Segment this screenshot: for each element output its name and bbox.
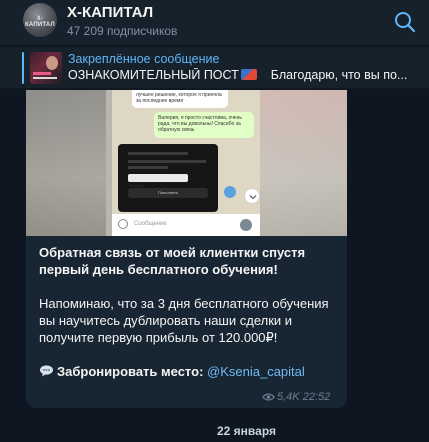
- pinned-title: ОЗНАКОМИТЕЛЬНЫЙ ПОСТ: [68, 68, 239, 82]
- screenshot-input-bar: Сообщение: [112, 214, 260, 236]
- screenshot-fab-icon: [224, 186, 236, 198]
- subscriber-count: 47 209 подписчиков: [67, 24, 178, 38]
- microphone-icon: [240, 219, 252, 231]
- eye-icon: [261, 392, 276, 405]
- message-meta: 5,4K 22:52: [261, 391, 331, 405]
- pinned-preview: ОЗНАКОМИТЕЛЬНЫЙ ПОСТ Благодарю, что вы по…: [68, 68, 423, 82]
- channel-header: Х-КАПИТАЛ Х-КАПИТАЛ 47 209 подписчиков: [0, 0, 429, 46]
- screenshot-inner-screen: Баланс Пополнить: [118, 144, 218, 212]
- channel-avatar[interactable]: Х-КАПИТАЛ: [23, 3, 57, 37]
- pinned-preview-text: Благодарю, что вы по...: [270, 68, 408, 82]
- pinned-message-bar[interactable]: Закреплённое сообщение ОЗНАКОМИТЕЛЬНЫЙ П…: [0, 47, 429, 89]
- message-time: 22:52: [302, 391, 331, 403]
- pinned-indicator: [22, 52, 24, 84]
- screenshot-bubble-incoming: лучшее решение, которое я приняла за пос…: [132, 90, 228, 108]
- speech-balloon-icon: [39, 364, 54, 377]
- view-count: 5,4K: [277, 391, 300, 403]
- booking-link[interactable]: @Ksenia_capital: [207, 364, 305, 379]
- date-separator: 22 января: [217, 424, 276, 438]
- booking-label: Забронировать место:: [57, 364, 204, 379]
- chevron-down-icon: [244, 188, 260, 204]
- screenshot-button: Пополнить: [128, 188, 208, 198]
- message-photo[interactable]: лучшее решение, которое я приняла за пос…: [26, 90, 347, 236]
- screenshot-input-placeholder: Сообщение: [134, 221, 167, 227]
- avatar-logo-text: Х-КАПИТАЛ: [25, 16, 55, 28]
- message-headline: Обратная связь от моей клиентки спустя п…: [39, 245, 306, 277]
- message-body: Напоминаю, что за 3 дня бесплатного обуч…: [39, 296, 329, 345]
- phone-screenshot: лучшее решение, которое я приняла за пос…: [112, 90, 260, 236]
- booking-line: Забронировать место: @Ksenia_capital: [39, 363, 339, 380]
- channel-message: лучшее решение, которое я приняла за пос…: [26, 90, 347, 408]
- chart-emoji-icon: [240, 69, 257, 80]
- channel-title[interactable]: Х-КАПИТАЛ: [67, 4, 153, 21]
- message-text: Обратная связь от моей клиентки спустя п…: [39, 244, 339, 380]
- attach-icon: [118, 219, 128, 229]
- screenshot-bubble-outgoing: Валерия, я просто счастлива, очень рада,…: [154, 112, 254, 138]
- pinned-thumbnail: [30, 52, 62, 84]
- pinned-label: Закреплённое сообщение: [68, 52, 220, 66]
- search-icon[interactable]: [393, 10, 417, 34]
